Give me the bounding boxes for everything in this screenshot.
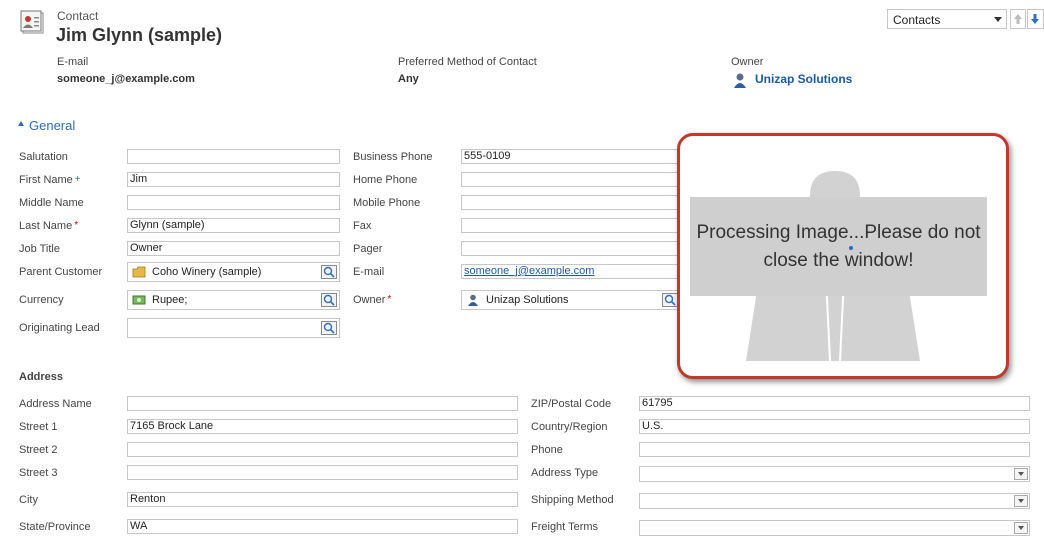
form-selector[interactable]: Contacts [887,9,1007,29]
zip-input[interactable]: 61795 [639,396,1030,411]
general-section-title[interactable]: General [29,118,75,133]
required-marker: * [387,294,392,305]
lookup-icon[interactable] [662,293,678,307]
header-owner-link[interactable]: Unizap Solutions [755,72,852,86]
street1-label: Street 1 [19,421,58,433]
first-name-input[interactable]: Jim [127,172,340,187]
originating-lead-label: Originating Lead [19,322,100,334]
address-name-label: Address Name [19,398,92,410]
last-name-input[interactable]: Glynn (sample) [127,218,340,233]
owner-value: Unizap Solutions [486,294,569,306]
chevron-down-icon [994,17,1002,22]
owner-label: Owner * [353,294,392,306]
street3-label: Street 3 [19,467,58,479]
address-section-title: Address [19,371,64,383]
fax-input[interactable] [461,218,681,233]
lookup-icon[interactable] [321,265,337,279]
owner-lookup[interactable]: Unizap Solutions [461,290,681,310]
street1-input[interactable]: 7165 Brock Lane [127,419,518,434]
state-input[interactable]: WA [127,519,518,534]
originating-lead-lookup[interactable] [127,318,340,338]
pager-label: Pager [353,243,383,255]
header-pref-label: Preferred Method of Contact [398,56,537,68]
parent-customer-label: Parent Customer [19,266,103,278]
contact-entity-icon [20,10,46,36]
currency-label: Currency [19,294,64,306]
street3-input[interactable] [127,465,518,480]
chevron-down-icon[interactable] [1014,495,1028,507]
user-icon [468,294,478,306]
header-pref-value: Any [398,73,419,85]
header-email-label: E-mail [57,56,89,68]
mobile-phone-label: Mobile Phone [353,197,421,209]
address-name-input[interactable] [127,396,518,411]
email-input[interactable]: someone_j@example.com [461,264,681,279]
job-title-label: Job Title [19,243,60,255]
lookup-icon[interactable] [321,293,337,307]
country-input[interactable]: U.S. [639,419,1030,434]
zip-label: ZIP/Postal Code [531,398,612,410]
city-label: City [19,494,38,506]
freight-terms-label: Freight Terms [531,521,599,533]
record-title: Jim Glynn (sample) [56,25,223,45]
currency-value: Rupee; [152,294,188,306]
email-link[interactable]: someone_j@example.com [464,265,594,277]
processing-overlay: Processing Image...Please do not close t… [677,133,1009,379]
pager-input[interactable] [461,241,681,256]
middle-name-input[interactable] [127,195,340,210]
country-label: Country/Region [531,421,608,433]
salutation-input[interactable] [127,149,340,164]
shipping-method-select[interactable] [639,493,1030,509]
freight-terms-select[interactable] [639,520,1030,536]
address-type-select[interactable] [639,466,1030,482]
processing-message: Processing Image...Please do not close t… [696,221,981,271]
header-email-value: someone_j@example.com [57,73,195,85]
street2-input[interactable] [127,442,518,457]
business-phone-input[interactable]: 555-0109 [461,149,681,164]
arrow-down-icon [1031,14,1039,24]
business-phone-label: Business Phone [353,151,433,163]
lookup-icon[interactable] [321,321,337,335]
parent-customer-value: Coho Winery (sample) [152,266,262,278]
salutation-label: Salutation [19,151,68,163]
processing-message-box: Processing Image...Please do not close t… [690,197,987,296]
currency-lookup[interactable]: Rupee; [127,290,340,310]
parent-customer-lookup[interactable]: Coho Winery (sample) [127,262,340,282]
city-input[interactable]: Renton [127,492,518,507]
loading-indicator [849,246,853,250]
next-record-button[interactable] [1027,9,1044,29]
job-title-input[interactable]: Owner [127,241,340,256]
section-collapse-icon[interactable] [18,121,24,126]
address-phone-input[interactable] [639,442,1030,457]
address-type-label: Address Type [531,467,599,479]
shipping-method-label: Shipping Method [531,494,614,506]
address-phone-label: Phone [531,444,563,456]
chevron-down-icon[interactable] [1014,468,1028,480]
currency-icon [132,295,146,305]
home-phone-input[interactable] [461,172,681,187]
arrow-up-icon [1014,14,1022,24]
state-label: State/Province [19,521,91,533]
last-name-label: Last Name * [19,220,79,232]
header-owner-label: Owner [731,56,764,68]
street2-label: Street 2 [19,444,58,456]
account-icon [132,266,146,278]
middle-name-label: Middle Name [19,197,84,209]
previous-record-button[interactable] [1010,9,1026,29]
entity-type-label: Contact [57,9,99,23]
mobile-phone-input[interactable] [461,195,681,210]
form-selector-label: Contacts [893,13,941,27]
required-marker: * [74,220,79,231]
recommended-marker: + [74,174,81,185]
chevron-down-icon[interactable] [1014,522,1028,534]
user-icon [733,72,747,88]
home-phone-label: Home Phone [353,174,418,186]
first-name-label: First Name + [19,174,81,186]
fax-label: Fax [353,220,372,232]
email-label: E-mail [353,266,385,278]
